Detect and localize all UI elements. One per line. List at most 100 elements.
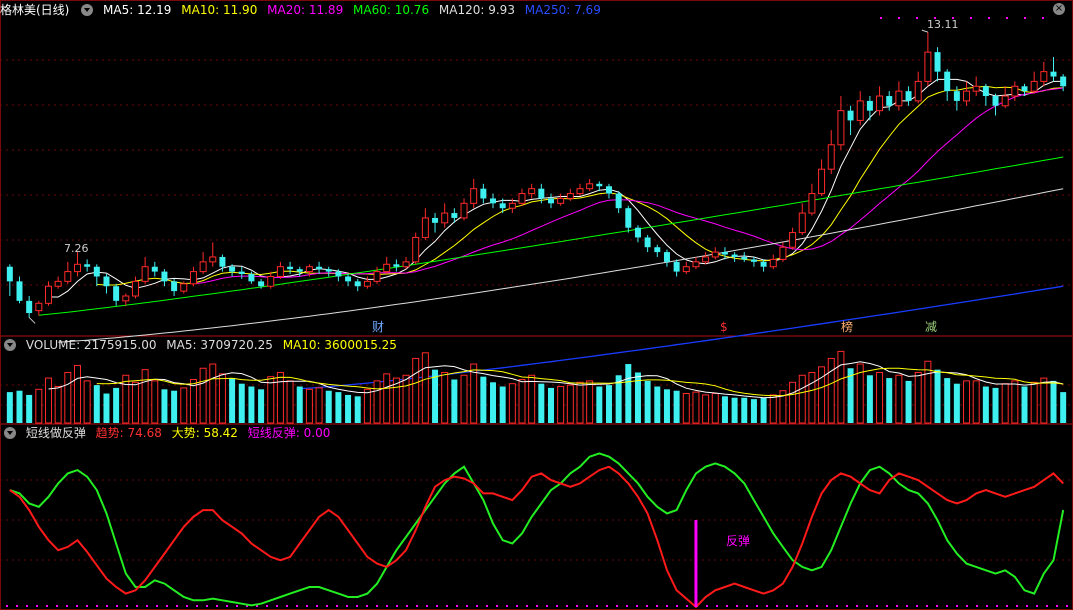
marker-dot (576, 605, 578, 607)
volume-bar (895, 374, 903, 424)
volume-bar (528, 374, 536, 424)
volume-bar (499, 386, 506, 423)
volume-panel-menu-button[interactable] (4, 339, 16, 351)
indicator-legend: 短线做反弹 趋势: 74.68 大势: 58.42 短线反弹: 0.00 (0, 424, 336, 442)
ma5-label: MA5: 12.19 (103, 3, 172, 17)
volume-bar (267, 376, 275, 424)
volume-bar (354, 396, 361, 423)
candle (35, 302, 43, 312)
indicator-panel-menu-button[interactable] (4, 427, 16, 439)
candle (316, 266, 323, 270)
volume-bar (876, 371, 884, 424)
candle (480, 188, 487, 199)
volume-bar (654, 386, 661, 423)
volume-bar (26, 394, 33, 423)
marker-dot (896, 605, 898, 607)
volume-bar (151, 380, 159, 424)
volume-bar (373, 380, 381, 424)
candle (460, 202, 468, 219)
marker-dot (146, 605, 148, 607)
volume-bar (209, 363, 217, 424)
volume-bar (238, 383, 245, 423)
volume-bar (325, 390, 332, 423)
marker-dot (16, 605, 18, 607)
candle (499, 203, 506, 209)
volume-bar (518, 378, 526, 424)
candle (615, 193, 622, 209)
marker-dot (686, 605, 688, 607)
marker-dot (936, 605, 938, 607)
marker-dot (956, 605, 958, 607)
marker-dot (376, 605, 378, 607)
candle (634, 227, 641, 238)
marker-dot (586, 605, 588, 607)
volume-bar (750, 399, 757, 423)
candle (886, 96, 893, 106)
close-icon[interactable]: × (1053, 3, 1065, 15)
volume-bar (16, 390, 23, 423)
volume-bar (402, 374, 410, 424)
marker-dot (356, 605, 358, 607)
main-panel-menu-button[interactable] (81, 4, 94, 16)
candle (1040, 71, 1048, 82)
volume-bar (538, 383, 545, 423)
marker-dot (206, 605, 208, 607)
candle (258, 281, 265, 287)
candle (305, 266, 313, 273)
candle (1011, 85, 1019, 97)
marker-dot (216, 605, 218, 607)
candle (596, 183, 603, 187)
volume-bar (673, 390, 680, 423)
marker-dot (746, 605, 748, 607)
volume-bar (412, 357, 420, 424)
event-marker-rank[interactable]: 榜 (841, 320, 853, 334)
volume-bar (682, 393, 690, 424)
candle (171, 281, 178, 292)
candle (644, 237, 651, 248)
candle (161, 271, 168, 282)
volume-bar (576, 381, 584, 424)
candle (663, 252, 670, 262)
candle (151, 266, 158, 272)
volume-bar (335, 392, 342, 423)
event-marker-dividend[interactable]: $ (720, 320, 728, 334)
marker-dot (436, 605, 438, 607)
marker-dot (1036, 605, 1038, 607)
candle (508, 202, 516, 209)
marker-dot (986, 605, 988, 607)
marker-dot (426, 605, 428, 607)
candle (1060, 76, 1067, 87)
candle (373, 271, 381, 282)
candle (54, 280, 62, 287)
candle (625, 208, 632, 228)
volume-bar (199, 367, 207, 424)
marker-dot (916, 605, 918, 607)
volume-bar (6, 392, 13, 423)
marker-dot (96, 605, 98, 607)
marker-dot (76, 605, 78, 607)
candle (432, 217, 439, 223)
candle (199, 261, 207, 273)
marker-dot (946, 605, 948, 607)
candle (276, 266, 284, 277)
event-marker-reduce[interactable]: 减 (925, 320, 937, 334)
candle (84, 264, 91, 267)
marker-dot (996, 605, 998, 607)
volume-bar (741, 397, 748, 423)
volume-bar (721, 396, 728, 423)
event-marker-finance[interactable]: 财 (372, 320, 384, 334)
marker-dot (636, 605, 638, 607)
marker-dot (816, 605, 818, 607)
marker-dot (496, 605, 498, 607)
ma20-label: MA20: 11.89 (267, 3, 344, 17)
kline-chart[interactable] (0, 0, 1073, 610)
marker-dot (346, 605, 348, 607)
candle (113, 286, 120, 301)
volume-bar (769, 394, 777, 424)
marker-dot (396, 605, 398, 607)
marker-dot (706, 605, 708, 607)
candle (238, 271, 245, 275)
candle (963, 90, 971, 102)
marker-dot (836, 605, 838, 607)
volume-bar (692, 391, 700, 424)
